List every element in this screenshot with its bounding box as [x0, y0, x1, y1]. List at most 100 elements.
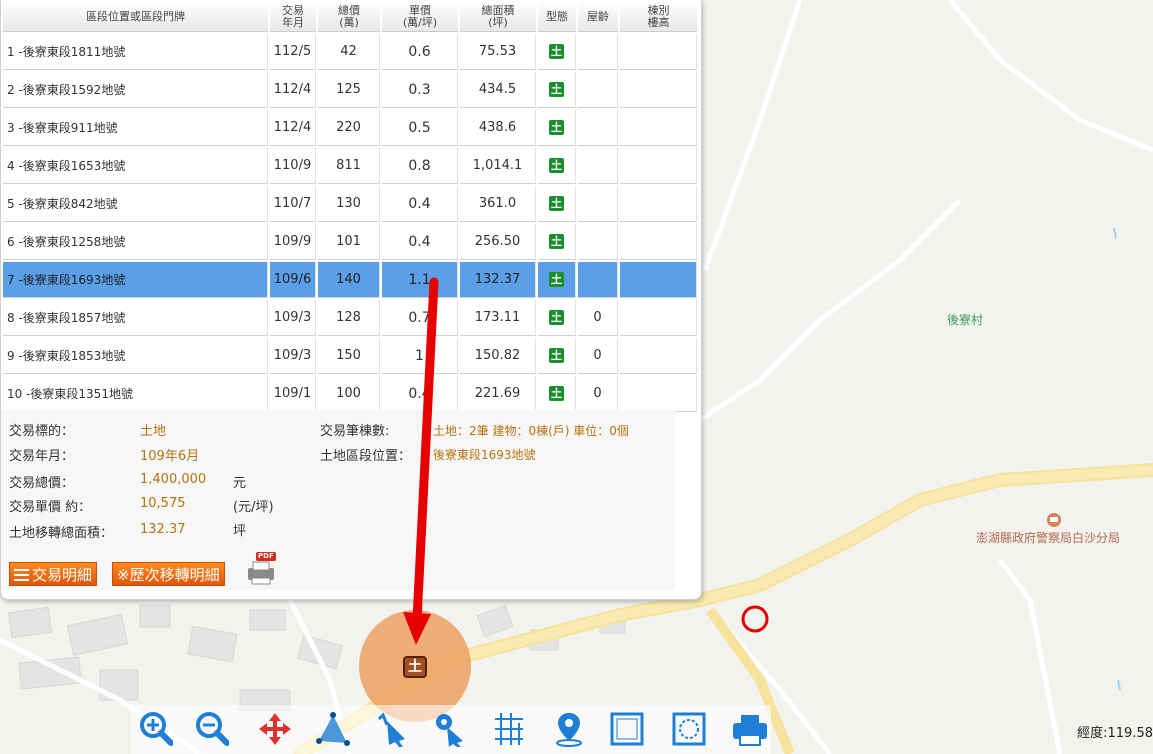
pdf-badge: PDF [256, 552, 276, 561]
cell-unit: 0.7 [382, 300, 458, 336]
cell-total: 42 [318, 34, 380, 70]
cell-age: 0 [578, 338, 618, 374]
cell-total: 150 [318, 338, 380, 374]
column-header: 總面積 (坪) [460, 2, 536, 32]
select-arrow-button[interactable] [367, 705, 415, 754]
cell-loc: 9 -後寮東段1853地號 [3, 338, 268, 374]
table-row[interactable]: 10 -後寮東段1351地號 109/1 100 0.4 221.69 土 0 [3, 376, 697, 412]
land-type-icon: 土 [549, 196, 564, 211]
land-type-icon: 土 [549, 82, 564, 97]
cell-type: 土 [538, 300, 576, 336]
table-row[interactable]: 1 -後寮東段1811地號 112/5 42 0.6 75.53 土 [3, 34, 697, 70]
cell-age [578, 148, 618, 184]
pdf-print-icon[interactable]: PDF [244, 552, 278, 586]
unit-price-label: 交易單價 約： [9, 500, 92, 515]
location-ring [741, 605, 769, 633]
locate-pin-button[interactable] [543, 705, 591, 754]
transaction-panel: 區段位置或區段門牌 交易 年月 總價 (萬) 單價 (萬/坪) 總面積 (坪) 型態 屋齡棟… [0, 0, 702, 600]
cell-date: 112/4 [270, 110, 316, 146]
cell-type: 土 [538, 224, 576, 260]
area-label: 土地移轉總面積： [9, 526, 114, 541]
frame-icon [610, 712, 644, 746]
land-type-icon: 土 [549, 272, 564, 287]
dashed-frame-icon [672, 712, 706, 746]
cell-unit: 0.4 [382, 376, 458, 412]
column-header: 型態 [538, 2, 576, 32]
cell-age [578, 34, 618, 70]
cell-loc: 8 -後寮東段1857地號 [3, 300, 268, 336]
point-query-button[interactable] [425, 705, 473, 754]
land-type-icon: 土 [549, 386, 564, 401]
cell-total: 101 [318, 224, 380, 260]
cell-floor [620, 186, 697, 222]
cell-unit: 0.6 [382, 34, 458, 70]
cell-total: 128 [318, 300, 380, 336]
table-row[interactable]: 6 -後寮東段1258地號 109/9 101 0.4 256.50 土 [3, 224, 697, 260]
cell-age [578, 224, 618, 260]
column-header: 區段位置或區段門牌 [3, 2, 268, 32]
table-row[interactable]: 7 -後寮東段1693地號 109/6 140 1.1 132.37 土 [3, 262, 697, 298]
transfer-history-button[interactable]: ※歷次移轉明細 [112, 562, 225, 586]
position-value: 後寮東段1693地號 [433, 448, 536, 462]
land-type-icon: 土 [549, 310, 564, 325]
total-price-unit: 元 [233, 476, 247, 491]
table-row[interactable]: 3 -後寮東段911地號 112/4 220 0.5 438.6 土 [3, 110, 697, 146]
transaction-detail-button[interactable]: 交易明細 [9, 562, 98, 586]
cell-date: 112/5 [270, 34, 316, 70]
cell-total: 130 [318, 186, 380, 222]
count-label: 交易筆棟數: [320, 424, 390, 439]
table-row[interactable]: 9 -後寮東段1853地號 109/3 150 1 150.82 土 0 [3, 338, 697, 374]
land-type-icon: 土 [549, 120, 564, 135]
cell-loc: 4 -後寮東段1653地號 [3, 148, 268, 184]
unit-price-unit: (元/坪) [233, 500, 274, 515]
measure-area-icon [316, 712, 350, 746]
grid-button[interactable] [483, 705, 531, 754]
cell-type: 土 [538, 34, 576, 70]
zoom-in-button[interactable] [131, 705, 179, 754]
cell-loc: 5 -後寮東段842地號 [3, 186, 268, 222]
cell-date: 109/3 [270, 338, 316, 374]
total-price-label: 交易總價： [9, 476, 75, 491]
cell-type: 土 [538, 148, 576, 184]
dashed-frame-button[interactable] [663, 705, 711, 754]
table-row[interactable]: 4 -後寮東段1653地號 110/9 811 0.8 1,014.1 土 [3, 148, 697, 184]
cell-area: 75.53 [460, 34, 536, 70]
table-header: 區段位置或區段門牌 交易 年月 總價 (萬) 單價 (萬/坪) 總面積 (坪) 型態 屋齡棟… [3, 2, 697, 32]
cell-floor [620, 34, 697, 70]
zoom-out-icon [196, 712, 229, 746]
point-query-icon [436, 714, 463, 747]
cell-date: 109/6 [270, 262, 316, 298]
cell-floor [620, 300, 697, 336]
cell-type: 土 [538, 262, 576, 298]
cell-type: 土 [538, 186, 576, 222]
table-row[interactable]: 2 -後寮東段1592地號 112/4 125 0.3 434.5 土 [3, 72, 697, 108]
target-value: 土地 [140, 424, 167, 439]
coordinate-readout: 經度:119.58 [1077, 726, 1153, 741]
land-type-icon: 土 [549, 234, 564, 249]
cell-date: 109/3 [270, 300, 316, 336]
transfer-history-label: ※歷次移轉明細 [117, 566, 220, 584]
total-price-value: 1,400,000 [140, 472, 207, 487]
cell-unit: 0.4 [382, 186, 458, 222]
measure-area-button[interactable] [307, 705, 355, 754]
cell-date: 110/7 [270, 186, 316, 222]
cell-age [578, 186, 618, 222]
village-label: 後寮村 [947, 313, 984, 327]
cell-age [578, 72, 618, 108]
frame-button[interactable] [601, 705, 649, 754]
column-header: 棟別 樓高 [620, 2, 697, 32]
print-button[interactable] [723, 705, 771, 754]
land-marker[interactable]: 土 [403, 656, 427, 678]
table-row[interactable]: 5 -後寮東段842地號 110/7 130 0.4 361.0 土 [3, 186, 697, 222]
cell-type: 土 [538, 338, 576, 374]
cell-area: 221.69 [460, 376, 536, 412]
pan-button[interactable] [249, 705, 297, 754]
locate-pin-icon [556, 713, 582, 747]
position-label: 土地區段位置： [320, 449, 412, 464]
cell-area: 173.11 [460, 300, 536, 336]
table-row[interactable]: 8 -後寮東段1857地號 109/3 128 0.7 173.11 土 0 [3, 300, 697, 336]
cell-age: 0 [578, 300, 618, 336]
land-type-icon: 土 [549, 158, 564, 173]
cell-loc: 3 -後寮東段911地號 [3, 110, 268, 146]
zoom-out-button[interactable] [187, 705, 235, 754]
